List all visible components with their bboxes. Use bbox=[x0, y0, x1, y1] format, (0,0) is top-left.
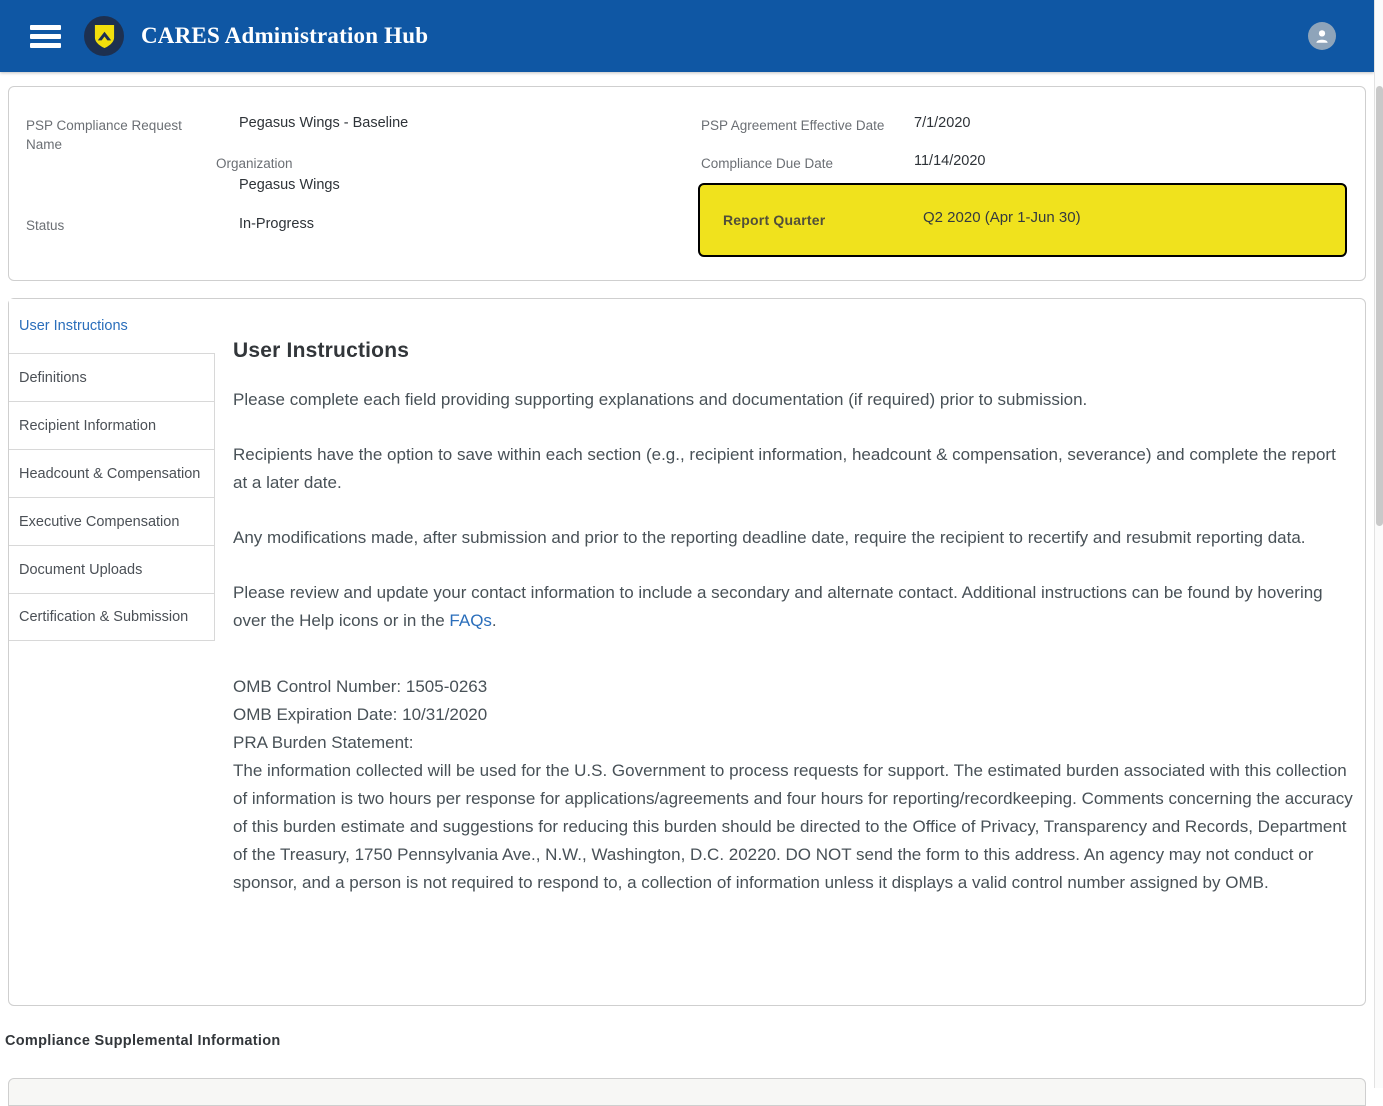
contact-paragraph-text: Please review and update your contact in… bbox=[233, 583, 1323, 630]
organization-value: Pegasus Wings bbox=[239, 175, 340, 195]
report-quarter-label: Report Quarter bbox=[723, 212, 825, 228]
compliance-summary-panel: PSP Compliance Request Name Pegasus Wing… bbox=[8, 86, 1366, 281]
request-name-label: PSP Compliance Request Name bbox=[26, 116, 191, 154]
faqs-link[interactable]: FAQs bbox=[449, 611, 492, 630]
nav-item-recipient-information[interactable]: Recipient Information bbox=[9, 401, 215, 449]
contact-paragraph: Please review and update your contact in… bbox=[233, 579, 1353, 635]
report-quarter-highlight-box: Report Quarter Q2 2020 (Apr 1-Jun 30) bbox=[698, 183, 1347, 257]
status-value: In-Progress bbox=[239, 214, 314, 234]
page-title: CARES Administration Hub bbox=[141, 23, 428, 49]
app-logo bbox=[84, 16, 124, 56]
request-name-value: Pegasus Wings - Baseline bbox=[239, 113, 408, 133]
pra-burden-statement-text: The information collected will be used f… bbox=[233, 757, 1353, 897]
instructions-paragraph: Recipients have the option to save withi… bbox=[233, 441, 1353, 497]
report-quarter-value: Q2 2020 (Apr 1-Jun 30) bbox=[923, 209, 1081, 226]
effective-date-label: PSP Agreement Effective Date bbox=[701, 116, 884, 135]
nav-item-headcount-compensation[interactable]: Headcount & Compensation bbox=[9, 449, 215, 497]
omb-control-number: OMB Control Number: 1505-0263 bbox=[233, 673, 1353, 701]
instructions-paragraph: Please complete each field providing sup… bbox=[233, 386, 1353, 414]
app-header: CARES Administration Hub bbox=[0, 0, 1374, 72]
instructions-heading: User Instructions bbox=[233, 339, 1353, 363]
nav-item-executive-compensation[interactable]: Executive Compensation bbox=[9, 497, 215, 545]
instructions-paragraph: Any modifications made, after submission… bbox=[233, 524, 1353, 552]
nav-item-definitions[interactable]: Definitions bbox=[9, 353, 215, 401]
pra-burden-statement-label: PRA Burden Statement: bbox=[233, 729, 1353, 757]
due-date-label: Compliance Due Date bbox=[701, 154, 833, 173]
effective-date-value: 7/1/2020 bbox=[914, 113, 970, 133]
nav-item-user-instructions[interactable]: User Instructions bbox=[9, 299, 215, 353]
supplemental-panel-header bbox=[8, 1078, 1366, 1106]
contact-paragraph-period: . bbox=[492, 611, 497, 630]
user-instructions-panel: User Instructions Definitions Recipient … bbox=[8, 298, 1366, 1006]
nav-item-certification-submission[interactable]: Certification & Submission bbox=[9, 593, 215, 641]
supplemental-section-heading: Compliance Supplemental Information bbox=[5, 1033, 281, 1049]
hamburger-menu-icon[interactable] bbox=[30, 25, 61, 48]
user-avatar-icon[interactable] bbox=[1308, 22, 1336, 50]
organization-label: Organization bbox=[216, 154, 293, 173]
omb-expiration-date: OMB Expiration Date: 10/31/2020 bbox=[233, 701, 1353, 729]
shield-chevron-icon bbox=[93, 24, 116, 49]
section-nav: User Instructions Definitions Recipient … bbox=[9, 299, 215, 641]
nav-item-document-uploads[interactable]: Document Uploads bbox=[9, 545, 215, 593]
vertical-scrollbar-thumb[interactable] bbox=[1376, 86, 1383, 526]
due-date-value: 11/14/2020 bbox=[914, 151, 986, 171]
vertical-scrollbar-track[interactable] bbox=[1374, 0, 1383, 1088]
instructions-content: User Instructions Please complete each f… bbox=[233, 299, 1353, 897]
status-label: Status bbox=[26, 216, 64, 235]
omb-block: OMB Control Number: 1505-0263 OMB Expira… bbox=[233, 673, 1353, 897]
